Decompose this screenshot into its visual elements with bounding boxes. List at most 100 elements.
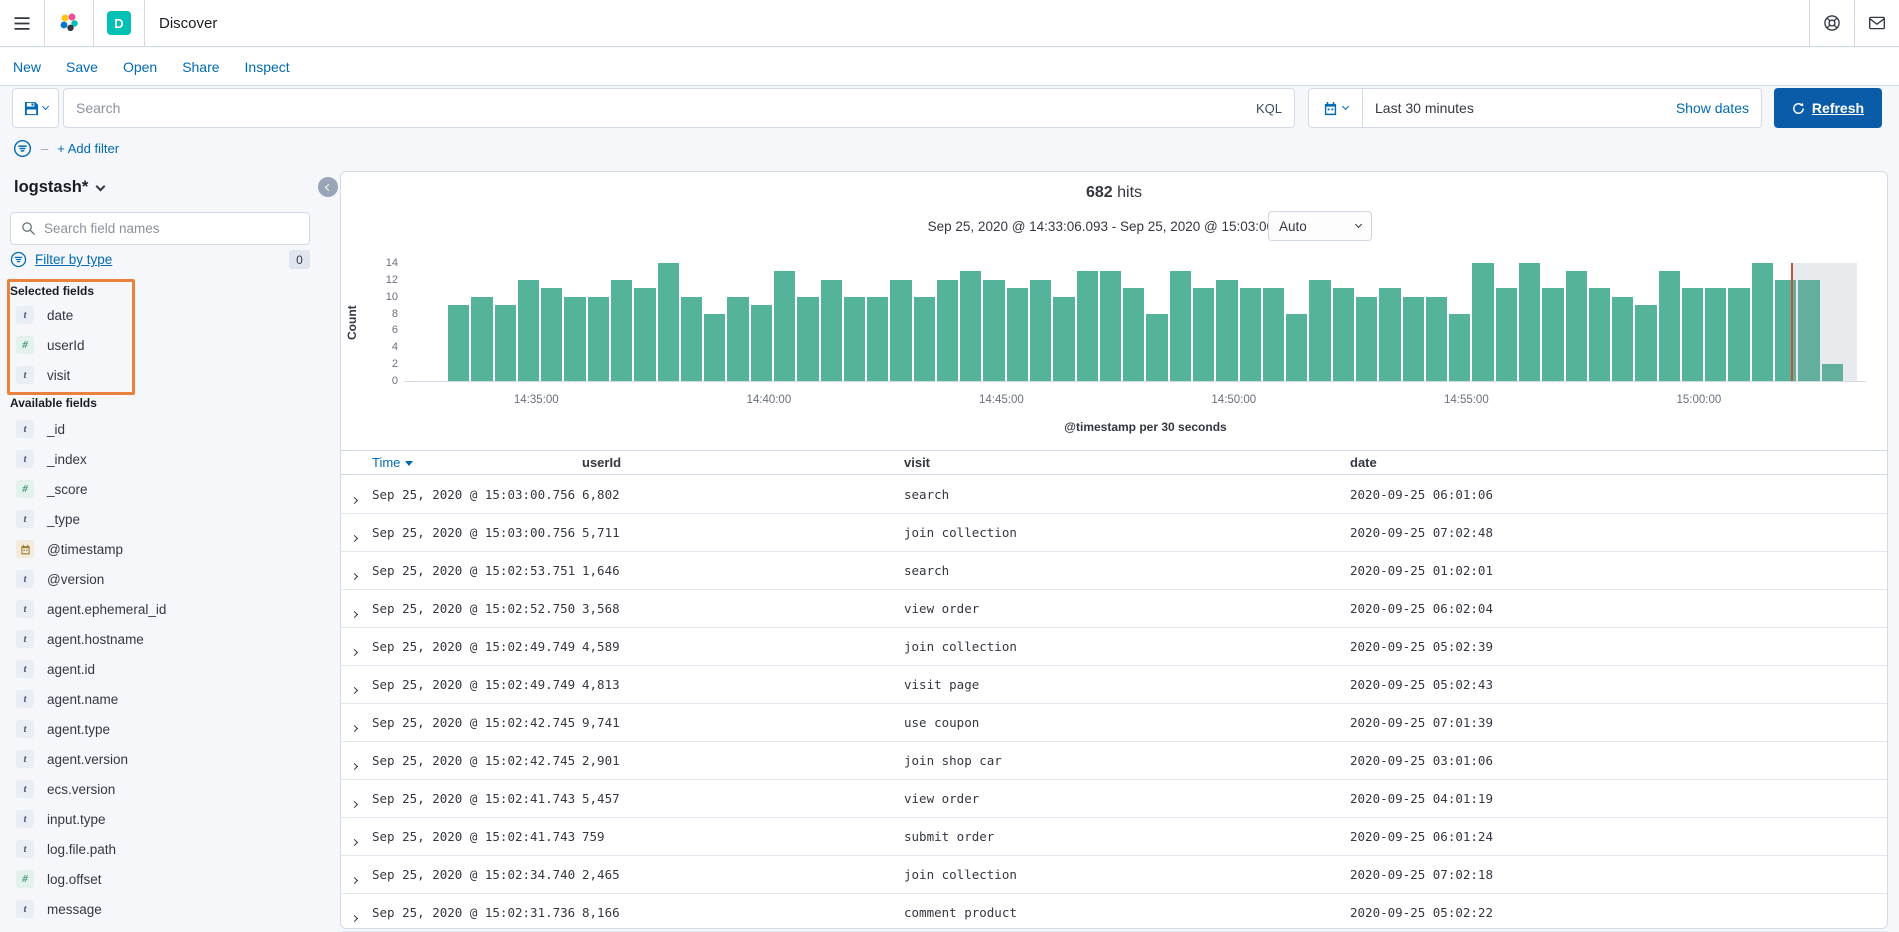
expand-row-button[interactable] — [350, 794, 359, 812]
field-item-_id[interactable]: t _id — [10, 414, 320, 444]
expand-row-button[interactable] — [350, 908, 359, 926]
histogram-bar[interactable] — [960, 271, 982, 381]
histogram-bar[interactable] — [1635, 305, 1657, 381]
expand-row-button[interactable] — [350, 642, 359, 660]
histogram-bar[interactable] — [494, 305, 516, 381]
expand-row-button[interactable] — [350, 490, 359, 508]
histogram-bar[interactable] — [1006, 288, 1029, 381]
interval-select[interactable]: Auto — [1268, 211, 1372, 241]
expand-row-button[interactable] — [350, 870, 359, 888]
histogram-bar[interactable] — [1612, 296, 1634, 381]
query-language-toggle[interactable]: KQL — [1246, 101, 1282, 116]
histogram-bar[interactable] — [843, 296, 866, 381]
field-item-input.type[interactable]: t input.type — [10, 804, 320, 834]
expand-row-button[interactable] — [350, 718, 359, 736]
help-button[interactable] — [1810, 0, 1854, 46]
nav-link-new[interactable]: New — [13, 59, 41, 75]
histogram-bar[interactable] — [1565, 271, 1587, 381]
histogram-bar[interactable] — [936, 279, 959, 381]
histogram-bar[interactable] — [610, 279, 633, 381]
histogram-bar[interactable] — [1286, 313, 1308, 381]
field-item-@timestamp[interactable]: @timestamp — [10, 534, 320, 564]
expand-row-button[interactable] — [350, 566, 359, 584]
histogram-bar[interactable] — [1239, 288, 1261, 381]
field-item-agent.name[interactable]: t agent.name — [10, 684, 320, 714]
field-item-userId[interactable]: # userId — [10, 330, 320, 360]
histogram-bar[interactable] — [1588, 288, 1611, 381]
histogram-bar[interactable] — [1076, 271, 1098, 381]
newsfeed-button[interactable] — [1855, 0, 1899, 46]
field-item-agent.id[interactable]: t agent.id — [10, 654, 320, 684]
field-item-visit[interactable]: t visit — [10, 360, 320, 390]
histogram-bar[interactable] — [704, 313, 726, 381]
histogram-bar[interactable] — [587, 296, 609, 381]
histogram-bar[interactable] — [1123, 288, 1145, 381]
column-header-visit[interactable]: visit — [904, 455, 930, 470]
histogram-bar[interactable] — [1216, 279, 1238, 381]
histogram-bar[interactable] — [890, 279, 912, 381]
histogram-bar[interactable] — [1169, 271, 1191, 381]
expand-row-button[interactable] — [350, 680, 359, 698]
column-header-date[interactable]: date — [1350, 455, 1377, 470]
histogram-bar[interactable] — [1495, 288, 1517, 381]
histogram-bar[interactable] — [448, 305, 470, 381]
histogram-bar[interactable] — [1751, 263, 1774, 381]
histogram-bar[interactable] — [1099, 271, 1122, 381]
field-item-_score[interactable]: # _score — [10, 474, 320, 504]
search-input[interactable] — [76, 100, 1246, 116]
histogram-bar[interactable] — [727, 296, 749, 381]
histogram-bar[interactable] — [1705, 288, 1727, 381]
histogram-bar[interactable] — [913, 296, 935, 381]
filter-by-type-button[interactable]: Filter by type — [35, 252, 112, 267]
field-item-log.file.path[interactable]: t log.file.path — [10, 834, 320, 864]
histogram-bar[interactable] — [1472, 263, 1494, 381]
histogram-bar[interactable] — [517, 279, 540, 381]
main-menu-button[interactable] — [0, 0, 44, 46]
histogram-bar[interactable] — [471, 296, 493, 381]
collapse-sidebar-button[interactable] — [318, 177, 338, 197]
index-pattern-switcher[interactable]: logstash* — [14, 178, 106, 197]
field-item-_type[interactable]: t _type — [10, 504, 320, 534]
add-filter-button[interactable]: + Add filter — [57, 141, 119, 156]
nav-link-save[interactable]: Save — [66, 59, 98, 75]
field-item-agent.version[interactable]: t agent.version — [10, 744, 320, 774]
histogram-bar[interactable] — [797, 296, 819, 381]
field-search-input[interactable] — [44, 221, 299, 236]
field-item-agent.hostname[interactable]: t agent.hostname — [10, 624, 320, 654]
histogram-bar[interactable] — [1518, 263, 1541, 381]
histogram-bar[interactable] — [634, 288, 656, 381]
date-quick-menu-button[interactable] — [1309, 89, 1363, 127]
histogram-bar[interactable] — [1425, 296, 1448, 381]
histogram-bar[interactable] — [1262, 288, 1285, 381]
expand-row-button[interactable] — [350, 832, 359, 850]
histogram-bar[interactable] — [564, 296, 586, 381]
app-badge[interactable]: D — [94, 0, 144, 46]
histogram-bar[interactable] — [1681, 288, 1704, 381]
nav-link-inspect[interactable]: Inspect — [245, 59, 290, 75]
histogram-bar[interactable] — [1332, 288, 1354, 381]
histogram-bar[interactable] — [1053, 296, 1075, 381]
histogram-bar[interactable] — [1355, 296, 1378, 381]
field-item-agent.ephemeral_id[interactable]: t agent.ephemeral_id — [10, 594, 320, 624]
field-item-@version[interactable]: t @version — [10, 564, 320, 594]
field-item-log.offset[interactable]: # log.offset — [10, 864, 320, 894]
histogram-bar[interactable] — [983, 279, 1005, 381]
show-dates-button[interactable]: Show dates — [1676, 100, 1761, 116]
histogram-bar[interactable] — [1728, 288, 1750, 381]
histogram-bar[interactable] — [820, 279, 842, 381]
histogram-bar[interactable] — [1402, 296, 1424, 381]
histogram-bar[interactable] — [541, 288, 563, 381]
field-item-agent.type[interactable]: t agent.type — [10, 714, 320, 744]
field-item-ecs.version[interactable]: t ecs.version — [10, 774, 320, 804]
field-item-_index[interactable]: t _index — [10, 444, 320, 474]
histogram-bar[interactable] — [1193, 288, 1215, 381]
expand-row-button[interactable] — [350, 528, 359, 546]
filter-menu-icon[interactable] — [13, 139, 32, 158]
expand-row-button[interactable] — [350, 756, 359, 774]
field-item-date[interactable]: t date — [10, 300, 320, 330]
expand-row-button[interactable] — [350, 604, 359, 622]
histogram-bar[interactable] — [750, 305, 772, 381]
nav-link-open[interactable]: Open — [123, 59, 157, 75]
histogram-bar[interactable] — [1146, 313, 1168, 381]
histogram-bar[interactable] — [867, 296, 889, 381]
